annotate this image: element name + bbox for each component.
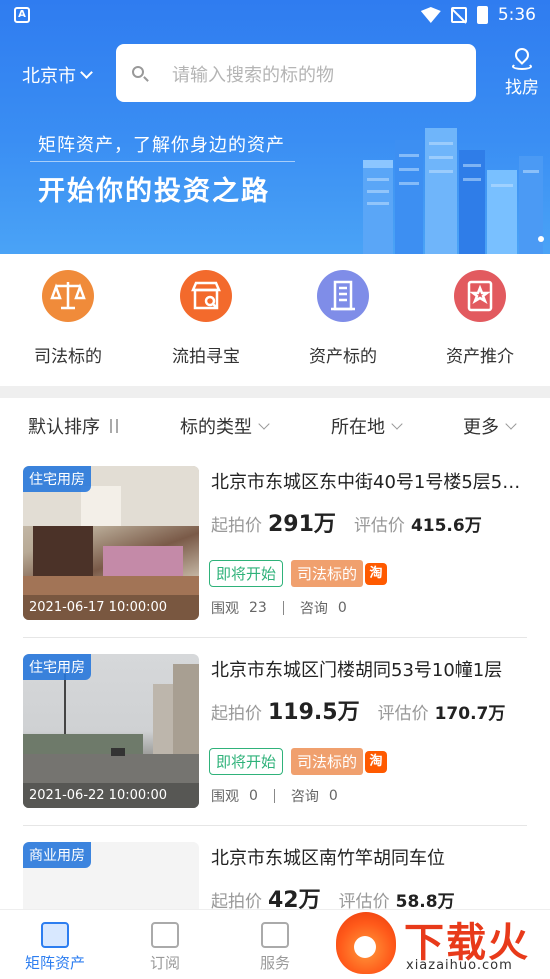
building-icon [317,270,369,322]
listing-title: 北京市东城区南竹竿胡同车位 [211,848,445,869]
no-signal-icon [450,7,467,23]
battery-icon [476,6,488,24]
start-price: 119.5万 [268,700,360,725]
eval-price: 170.7万 [434,704,506,724]
eval-price-label: 评估价 [353,516,405,536]
badge-icon [454,270,506,322]
bag-icon [261,922,289,948]
category-badge: 商业用房 [23,842,91,868]
clock: 5:36 [497,5,536,25]
filter-bar: 默认排序 标的类型 所在地 更多 [0,398,550,450]
location-filter-label: 所在地 [331,417,385,438]
quick-entry-judicial[interactable]: 司法标的 [8,270,128,367]
consult-label: 咨询 [290,789,319,805]
auction-date: 2021-06-22 10:00:00 [23,783,199,808]
views-label: 围观 [211,789,239,805]
banner-divider [30,161,295,162]
find-house-label: 找房 [505,78,539,98]
find-house-button[interactable]: 找房 [500,45,544,98]
wifi-icon [420,7,441,23]
taobao-icon: 淘 [365,750,388,773]
chevron-down-icon [391,417,403,430]
scales-icon [42,270,94,322]
views-count: 23 [249,600,267,616]
listing-card[interactable]: 住宅用房 2021-06-17 10:00:00 北京市东城区东中街40号1号楼… [23,450,527,638]
nav-label: 订阅 [149,954,180,972]
source-badge: 司法标的 [291,748,364,775]
search-placeholder: 请输入搜索的标的物 [172,65,334,86]
listing-photo: 住宅用房 2021-06-17 10:00:00 [23,466,199,620]
sort-icon [108,419,120,433]
quick-entry-label: 资产推介 [446,347,514,367]
city-skyline-illustration [363,128,543,254]
quick-entry-label: 资产标的 [309,347,377,367]
start-price: 291万 [268,512,336,537]
quick-entry-label: 司法标的 [34,347,102,367]
listing-card[interactable]: 住宅用房 2021-06-22 10:00:00 北京市东城区门楼胡同53号10… [23,638,527,826]
subscribe-icon [151,922,179,948]
nav-tab-subscribe[interactable]: 订阅 [125,922,205,973]
quick-entry-failed-auction[interactable]: 流拍寻宝 [146,270,266,367]
app-notification-icon: A [14,7,30,23]
listing-photo: 住宅用房 2021-06-22 10:00:00 [23,654,199,808]
auction-date: 2021-06-17 10:00:00 [23,595,199,620]
nav-tab-matrix-assets[interactable]: 矩阵资产 [15,922,95,973]
consult-label: 咨询 [299,601,328,617]
home-icon [41,922,69,948]
eval-price: 415.6万 [410,516,482,536]
status-badge: 即将开始 [209,748,284,775]
banner-slogan-line1: 矩阵资产，了解你身边的资产 [38,135,285,156]
source-badge: 司法标的 [291,560,364,587]
consult-count: 0 [328,788,338,804]
start-price-label: 起拍价 [211,516,262,536]
shop-search-icon [180,270,232,322]
type-filter[interactable]: 标的类型 [180,413,270,439]
location-filter[interactable]: 所在地 [331,413,403,439]
consult-count: 0 [337,600,347,616]
listing-title: 北京市东城区门楼胡同53号10幢1层 [211,660,503,681]
search-icon [132,66,144,78]
sort-dropdown[interactable]: 默认排序 [28,413,120,439]
quick-entries: 司法标的 流拍寻宝 资产标的 资产推介 [0,254,550,386]
map-pin-icon [512,45,532,70]
city-selector[interactable]: 北京市 [22,62,93,88]
banner-slogan-line2: 开始你的投资之路 [38,176,270,207]
type-filter-label: 标的类型 [180,417,252,438]
views-count: 0 [249,788,258,804]
nav-label: 矩阵资产 [24,954,85,972]
more-filter[interactable]: 更多 [463,413,517,439]
quick-entry-assets[interactable]: 资产标的 [283,270,403,367]
chevron-down-icon [258,417,270,430]
nav-label: 服务 [259,954,290,972]
quick-entry-label: 流拍寻宝 [172,347,240,367]
status-bar: A 5:36 [0,0,550,30]
more-filter-label: 更多 [463,417,499,438]
watermark: 下载火 xiazaihuo.com [328,908,550,979]
quick-entry-promotion[interactable]: 资产推介 [420,270,540,367]
sort-label: 默认排序 [28,417,100,438]
category-badge: 住宅用房 [23,466,91,492]
section-divider [0,386,550,398]
search-input[interactable]: 请输入搜索的标的物 [116,44,476,102]
city-label: 北京市 [22,66,76,87]
views-label: 围观 [211,601,239,617]
chevron-down-icon [505,417,517,430]
taobao-icon: 淘 [365,562,388,585]
stat-divider [282,601,284,615]
listing-title: 北京市东城区东中街40号1号楼5层5… [211,472,521,493]
nav-tab-services[interactable]: 服务 [235,922,315,973]
status-badge: 即将开始 [209,560,284,587]
chevron-down-icon [80,66,93,79]
watermark-url: xiazaihuo.com [406,958,513,973]
category-badge: 住宅用房 [23,654,91,680]
start-price-label: 起拍价 [211,704,262,724]
stat-divider [273,789,275,803]
header-banner: A 5:36 北京市 请输入搜索的标的物 找房 矩阵资产，了解你身边的资产 开始… [0,0,550,254]
eval-price-label: 评估价 [377,704,429,724]
carousel-indicator[interactable] [538,236,544,242]
flame-logo-icon [336,912,396,974]
